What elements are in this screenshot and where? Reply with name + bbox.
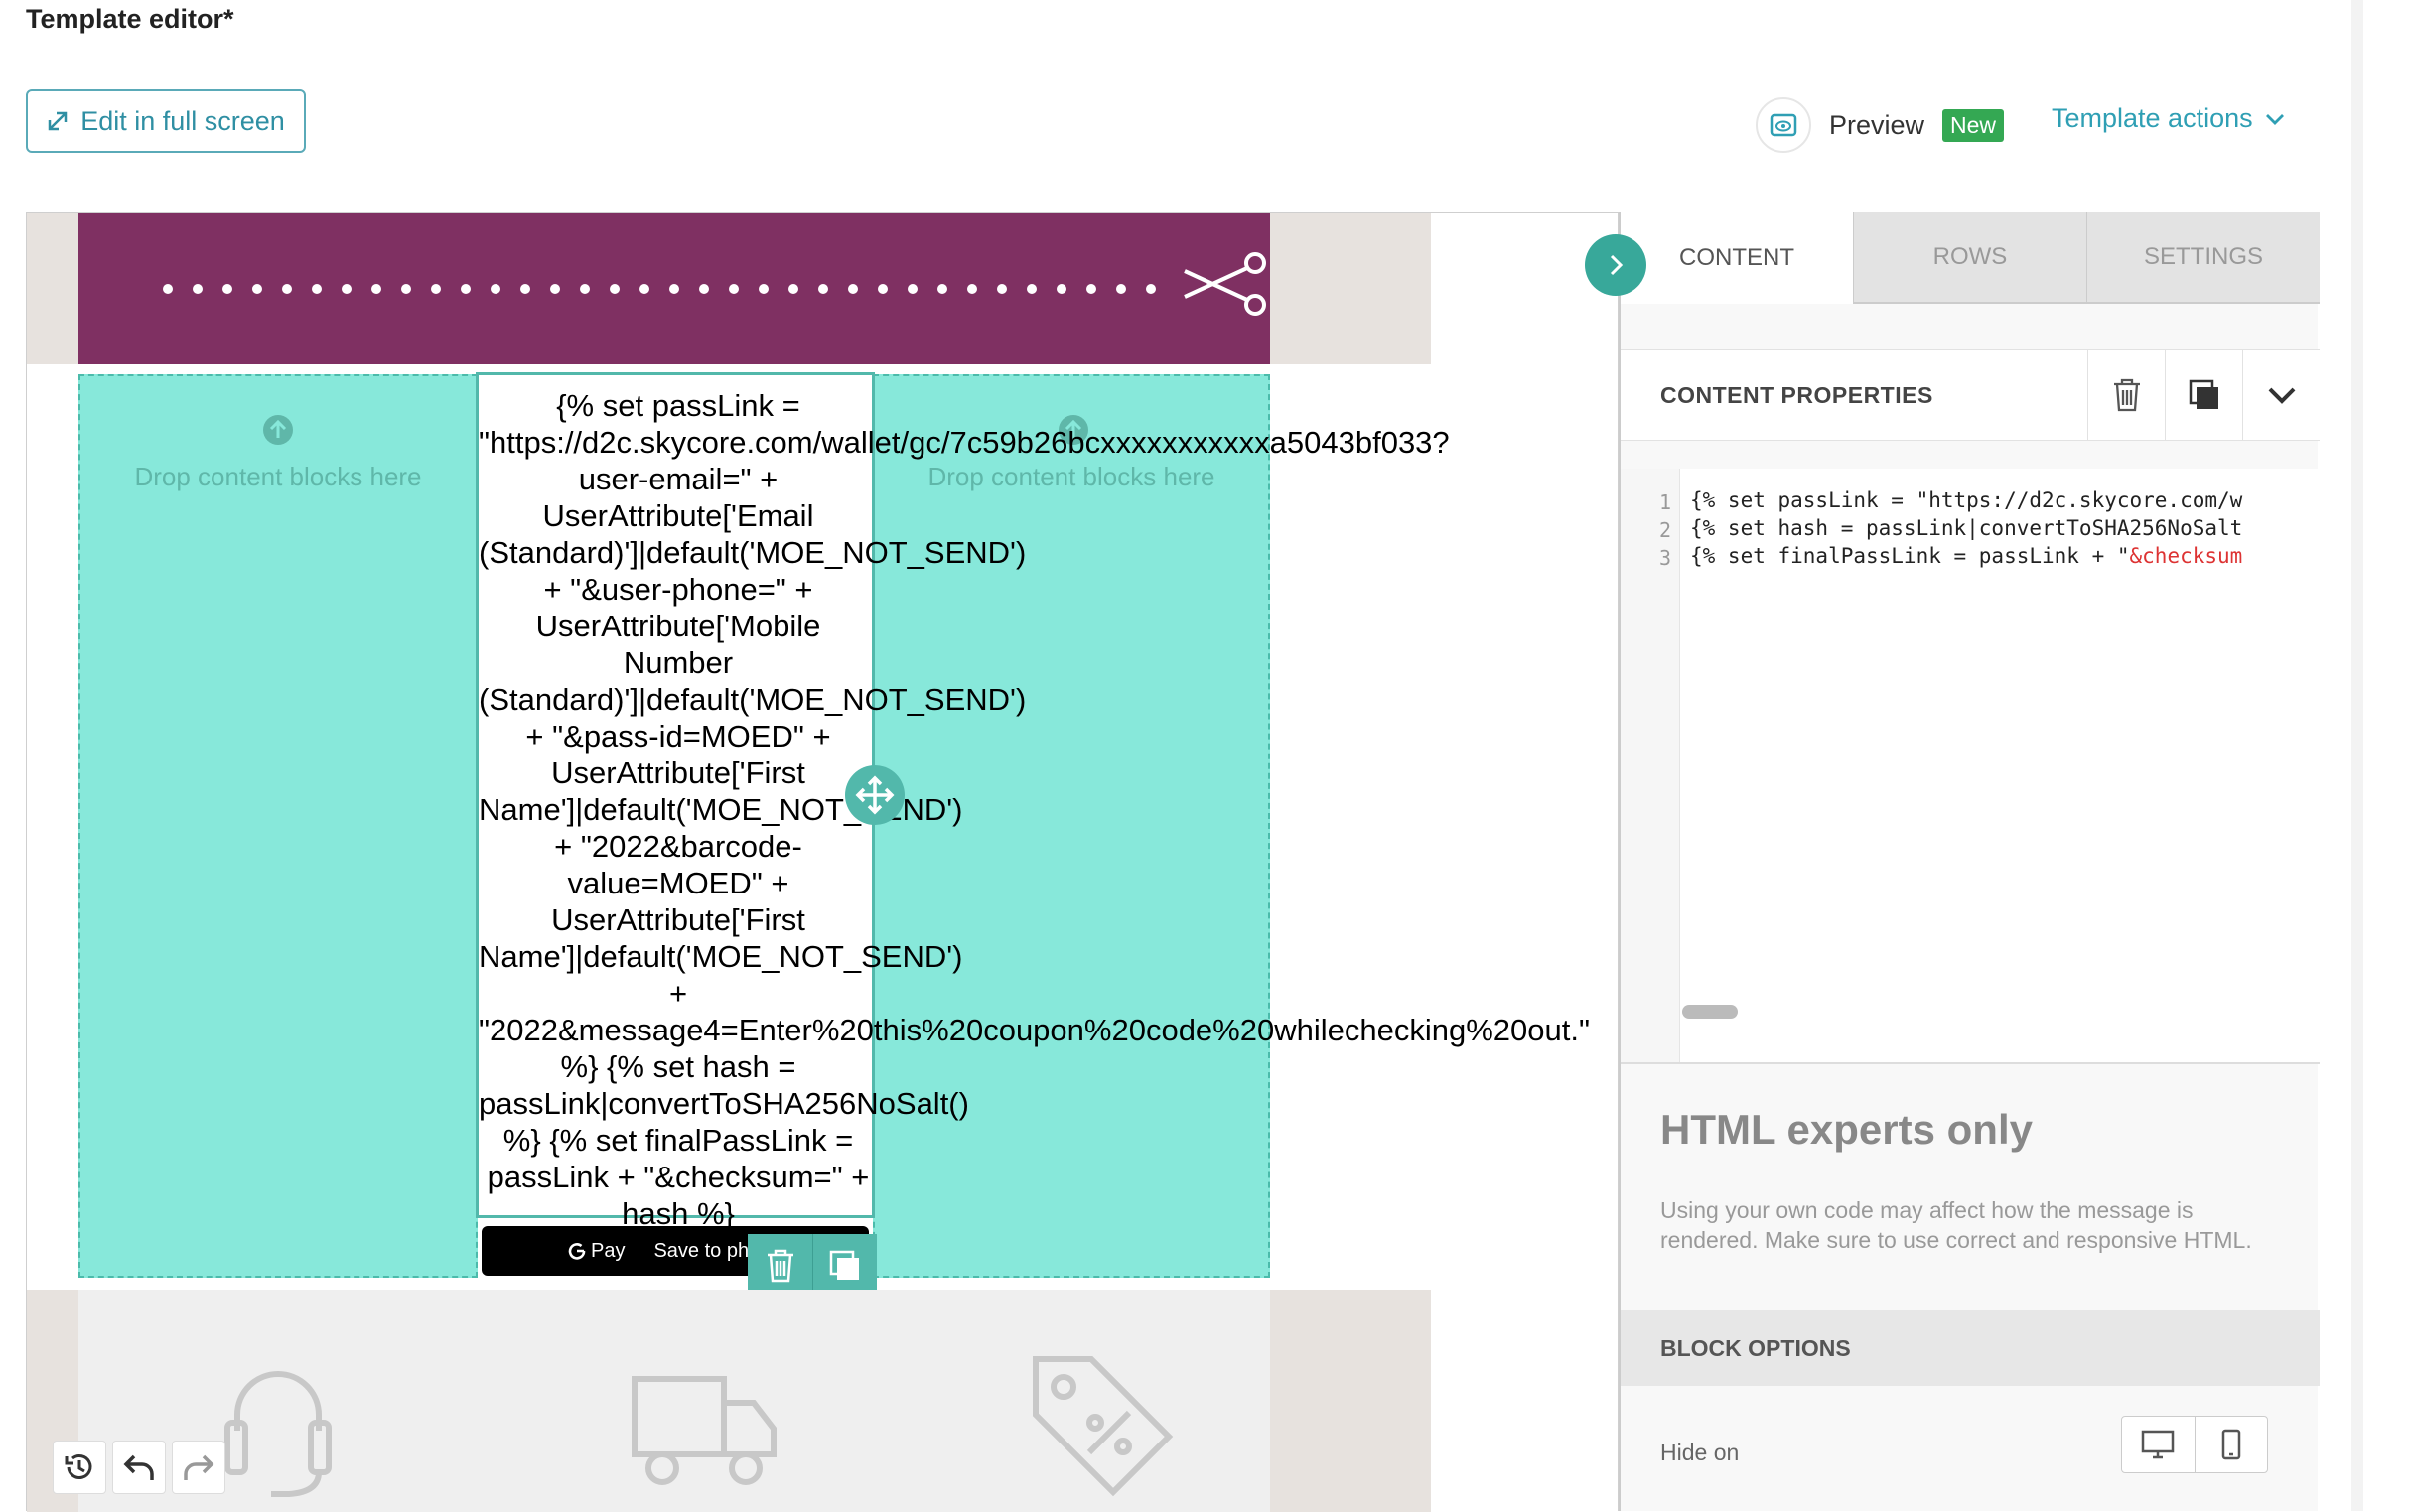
preview-label: Preview <box>1829 109 1925 140</box>
tab-content[interactable]: CONTENT <box>1621 212 1853 304</box>
delete-block-button[interactable] <box>748 1234 812 1298</box>
duplicate-block-button[interactable] <box>812 1234 877 1298</box>
duplicate-icon <box>829 1250 859 1280</box>
content-properties-bar: CONTENT PROPERTIES <box>1621 349 2320 441</box>
headset-icon <box>224 1371 332 1497</box>
duplicate-icon <box>2189 379 2218 409</box>
html-experts-title: HTML experts only <box>1660 1106 2033 1153</box>
line-number: 3 <box>1658 546 1671 570</box>
email-canvas: Drop content blocks here Drop content bl… <box>26 212 1619 1512</box>
code-line: {% set hash = passLink|convertToSHA256No… <box>1690 516 2242 540</box>
tag-icon <box>1033 1356 1174 1497</box>
trash-icon <box>2113 378 2140 412</box>
page-scrollbar[interactable] <box>2351 0 2363 1511</box>
trash-icon <box>767 1249 793 1283</box>
drop-label-right: Drop content blocks here <box>927 462 1215 491</box>
code-text: {% set hash = passLink|convertToSHA256No… <box>1690 516 2243 540</box>
hide-on-toggle-group <box>2121 1416 2268 1473</box>
truck-icon <box>632 1376 777 1485</box>
tab-settings[interactable]: SETTINGS <box>2086 212 2320 304</box>
delete-button[interactable] <box>2087 349 2165 441</box>
move-icon[interactable] <box>845 765 905 825</box>
redo-button[interactable] <box>172 1441 225 1494</box>
duplicate-button[interactable] <box>2165 349 2242 441</box>
html-content-block[interactable]: {% set passLink = "https://d2c.skycore.c… <box>476 372 1590 1231</box>
html-block-text: {% set passLink = "https://d2c.skycore.c… <box>479 388 1590 1231</box>
preview-button[interactable]: Preview New <box>1756 97 2005 153</box>
template-actions-label: Template actions <box>2052 103 2253 133</box>
chevron-down-icon <box>2265 113 2284 125</box>
upload-arrow-icon <box>263 415 293 445</box>
edit-full-screen-button[interactable]: Edit in full screen <box>26 89 306 153</box>
history-button[interactable] <box>53 1441 106 1494</box>
drop-zone-left[interactable]: Drop content blocks here <box>78 374 478 1278</box>
expand-icon <box>48 111 68 131</box>
panel-tabs: CONTENT ROWS SETTINGS <box>1621 212 2320 304</box>
line-number: 2 <box>1658 518 1671 542</box>
line-number-gutter: 1 2 3 <box>1621 469 1680 1062</box>
coupon-banner[interactable] <box>78 213 1270 364</box>
hide-on-desktop-button[interactable] <box>2122 1417 2195 1472</box>
code-line: {% set passLink = "https://d2c.skycore.c… <box>1690 488 2242 512</box>
content-properties-title: CONTENT PROPERTIES <box>1660 381 1933 408</box>
code-text: {% set finalPassLink = passLink + " <box>1690 544 2130 568</box>
block-toolbar <box>748 1234 877 1298</box>
desktop-icon <box>2142 1430 2175 1459</box>
template-actions-dropdown[interactable]: Template actions <box>2052 103 2285 134</box>
undo-button[interactable] <box>112 1441 166 1494</box>
code-string: &checksum <box>2129 544 2243 568</box>
properties-panel: CONTENT ROWS SETTINGS CONTENT PROPERTIES… <box>1619 212 2320 1511</box>
code-line: {% set finalPassLink = passLink + "&chec… <box>1690 544 2242 568</box>
html-code-editor[interactable]: 1 2 3 {% set passLink = "https://d2c.sky… <box>1621 469 2320 1064</box>
page-title: Template editor* <box>26 4 234 34</box>
preview-eye-icon <box>1756 97 1811 153</box>
chevron-right-icon <box>1610 254 1624 276</box>
edit-full-screen-label: Edit in full screen <box>80 105 285 136</box>
code-text: {% set passLink = "https://d2c.skycore.c… <box>1690 488 2243 512</box>
block-options-header: BLOCK OPTIONS <box>1621 1310 2320 1386</box>
horizontal-scrollbar[interactable] <box>1682 1005 1738 1019</box>
collapse-properties-button[interactable] <box>2242 349 2320 441</box>
undo-icon <box>123 1454 154 1480</box>
mobile-icon <box>2221 1429 2240 1460</box>
scissors-icon <box>1184 252 1266 316</box>
gpay-pay-label: Pay <box>591 1239 626 1262</box>
hide-on-label: Hide on <box>1660 1440 1740 1465</box>
hide-on-mobile-button[interactable] <box>2194 1417 2268 1472</box>
history-toolbar <box>53 1441 225 1494</box>
google-g-icon <box>568 1243 586 1260</box>
line-number: 1 <box>1658 490 1671 514</box>
new-badge: New <box>1942 108 2005 142</box>
html-experts-description: Using your own code may affect how the m… <box>1660 1197 2252 1253</box>
history-icon <box>65 1454 92 1479</box>
tab-rows[interactable]: ROWS <box>1853 212 2086 304</box>
chevron-down-icon <box>2268 387 2295 404</box>
redo-icon <box>184 1454 214 1480</box>
collapse-panel-button[interactable] <box>1585 234 1646 296</box>
gpay-save-label: Save to ph <box>653 1239 750 1262</box>
dotted-line <box>163 284 1156 294</box>
drop-label-left: Drop content blocks here <box>134 462 422 491</box>
footer-icons-row[interactable] <box>78 1290 1270 1512</box>
